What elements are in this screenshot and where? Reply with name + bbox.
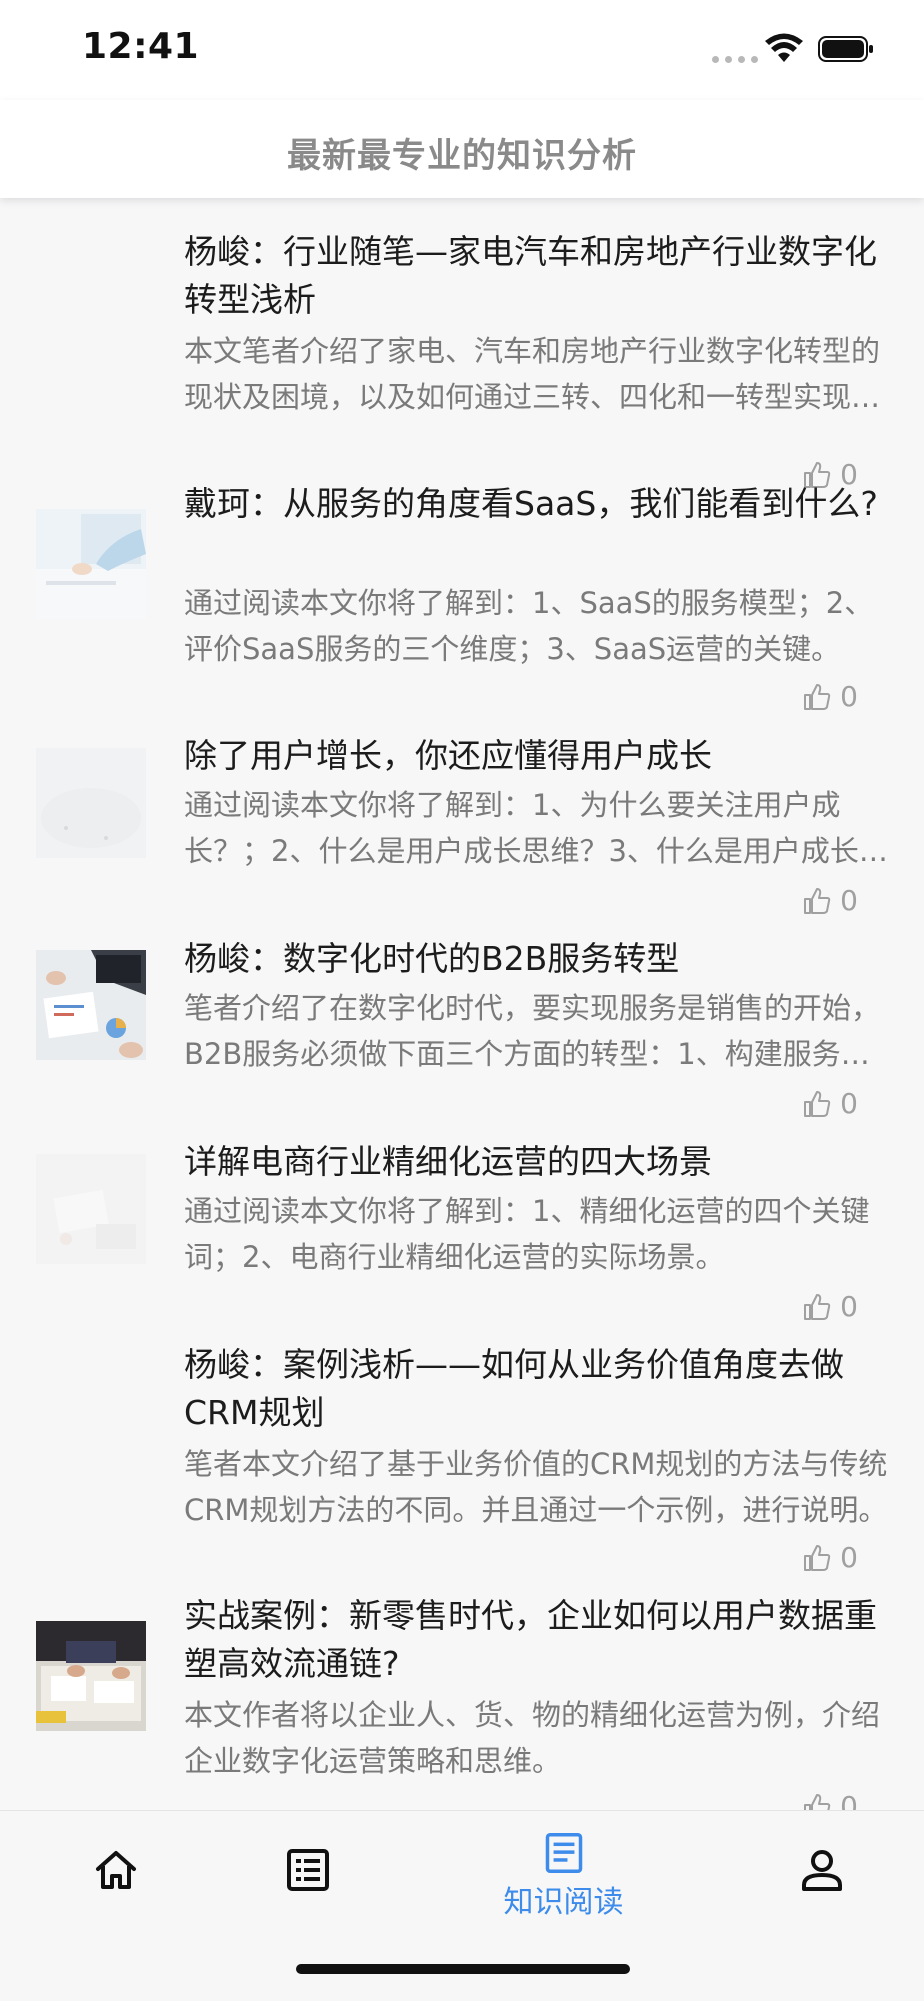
article-title: 杨峻：数字化时代的B2B服务转型	[184, 939, 680, 978]
tab-knowledge-reading[interactable]: 知识阅读	[448, 1811, 679, 1921]
article-thumbnail	[36, 1621, 146, 1731]
article-title: 除了用户增长，你还应懂得用户成长	[184, 736, 712, 775]
battery-icon	[818, 36, 873, 62]
document-icon	[545, 1833, 582, 1873]
nav-header: 最新最专业的知识分析	[0, 100, 924, 198]
like-button[interactable]: 0	[802, 884, 858, 917]
page-title: 最新最专业的知识分析	[287, 136, 637, 176]
thumbs-up-icon	[804, 1090, 831, 1117]
like-count: 0	[840, 884, 858, 917]
home-icon	[95, 1851, 136, 1889]
article-thumbnail	[36, 748, 146, 858]
like-button[interactable]: 0	[802, 1790, 858, 1810]
article-summary: 通过阅读本文你将了解到：1、SaaS的服务模型；2、评价SaaS服务的三个维度；…	[184, 586, 874, 666]
article-thumbnail	[36, 950, 146, 1060]
tab-label: 知识阅读	[503, 1885, 624, 1920]
article-summary: 本文笔者介绍了家电、汽车和房地产行业数字化转型的现状及困境，以及如何通过三转、四…	[184, 334, 881, 414]
like-button[interactable]: 0	[802, 1290, 858, 1323]
article-summary: 通过阅读本文你将了解到：1、为什么要关注用户成长？；2、什么是用户成长思维？3、…	[184, 788, 888, 868]
article-summary: 笔者介绍了在数字化时代，要实现服务是销售的开始，B2B服务必须做下面三个方面的转…	[184, 991, 881, 1071]
like-count: 0	[840, 1790, 858, 1810]
status-bar: 12:41	[0, 0, 924, 100]
article-title: 杨峻：行业随笔—家电汽车和房地产行业数字化转型浅析	[184, 232, 877, 319]
cellular-signal-icon	[712, 56, 758, 63]
list-icon	[286, 1849, 329, 1891]
thumbs-up-icon	[804, 887, 831, 914]
tab-profile[interactable]	[706, 1811, 924, 1921]
article-title: 杨峻：案例浅析——如何从业务价值角度去做CRM规划	[184, 1345, 844, 1432]
article-title: 戴珂：从服务的角度看SaaS，我们能看到什么?	[184, 484, 878, 523]
article-thumbnail	[36, 1154, 146, 1264]
like-count: 0	[840, 680, 858, 713]
like-count: 0	[840, 1290, 858, 1323]
like-button[interactable]: 0	[802, 1541, 858, 1574]
article-summary: 笔者本文介绍了基于业务价值的CRM规划的方法与传统CRM规划方法的不同。并且通过…	[184, 1447, 888, 1527]
tab-list[interactable]	[192, 1811, 423, 1921]
home-indicator	[296, 1964, 630, 1974]
thumbs-up-icon	[804, 683, 831, 710]
person-icon	[801, 1850, 842, 1891]
article-thumbnail	[36, 509, 146, 619]
article-title: 实战案例：新零售时代，企业如何以用户数据重塑高效流通链?	[184, 1596, 877, 1683]
article-title: 详解电商行业精细化运营的四大场景	[184, 1142, 712, 1181]
like-button[interactable]: 0	[802, 680, 858, 713]
article-list[interactable]: 杨峻：行业随笔—家电汽车和房地产行业数字化转型浅析 本文笔者介绍了家电、汽车和房…	[0, 198, 924, 1810]
like-count: 0	[840, 1087, 858, 1120]
like-button[interactable]: 0	[802, 1087, 858, 1120]
thumbs-up-icon	[804, 1293, 831, 1320]
status-time: 12:41	[82, 26, 200, 67]
thumbs-up-icon	[804, 1544, 831, 1571]
wifi-icon	[765, 33, 803, 62]
article-summary: 本文作者将以企业人、货、物的精细化运营为例，介绍企业数字化运营策略和思维。	[184, 1698, 881, 1778]
thumbs-up-icon	[804, 1793, 831, 1810]
like-count: 0	[840, 1541, 858, 1574]
article-summary: 通过阅读本文你将了解到：1、精细化运营的四个关键词；2、电商行业精细化运营的实际…	[184, 1194, 870, 1274]
